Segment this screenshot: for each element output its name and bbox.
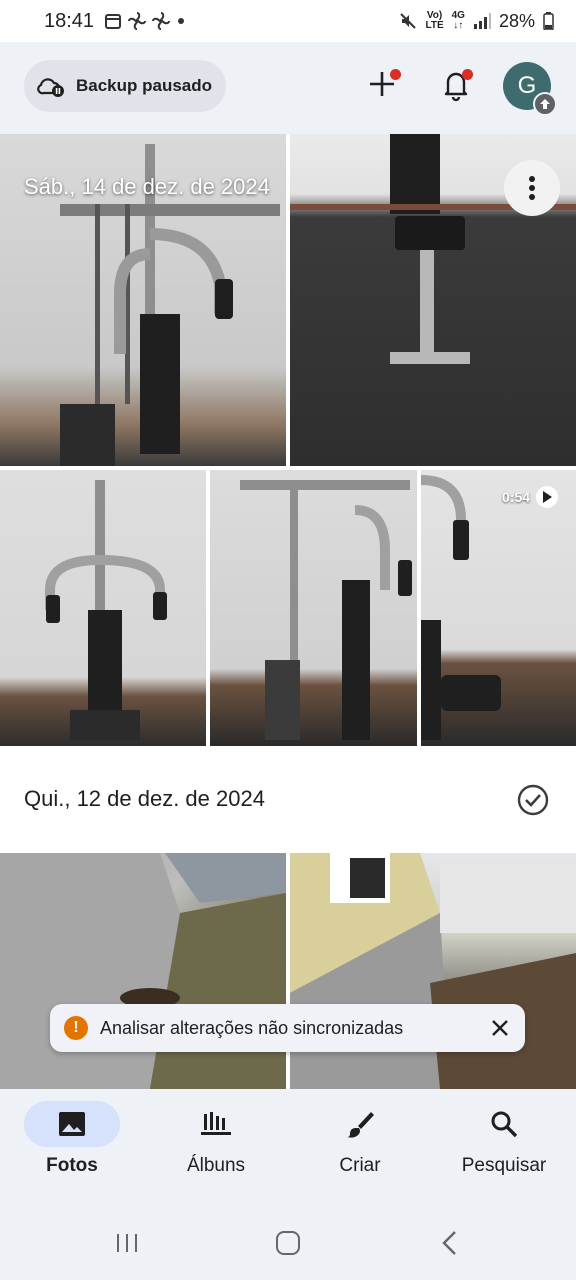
notifications-button[interactable] (436, 64, 476, 104)
network-gen-indicator: 4G ↓↑ (451, 10, 465, 31)
arrow-up-icon (540, 99, 550, 109)
section-date: Qui., 12 de dez. de 2024 (24, 786, 265, 811)
nav-label: Criar (339, 1155, 381, 1176)
nav-label: Fotos (46, 1155, 98, 1176)
albums-icon (201, 1112, 231, 1135)
notification-icons (104, 12, 186, 30)
top-app-bar: Backup pausado G (0, 42, 576, 134)
backup-status-chip[interactable]: Backup pausado (24, 60, 226, 112)
new-badge (390, 69, 401, 80)
account-avatar[interactable]: G (503, 62, 557, 116)
mute-icon (400, 13, 417, 29)
fan-icon (128, 12, 147, 30)
bottom-navigation: Fotos Álbuns Criar Pesquisar (0, 1089, 576, 1202)
nav-item-pesquisar[interactable]: Pesquisar (432, 1089, 576, 1202)
nav-label: Álbuns (186, 1155, 246, 1176)
play-icon (536, 486, 559, 508)
photo-content (0, 853, 286, 1089)
nav-item-fotos[interactable]: Fotos (0, 1089, 144, 1202)
recent-apps-icon[interactable] (112, 1228, 142, 1258)
notification-badge (462, 69, 473, 80)
section-date: Sáb., 14 de dez. de 2024 (24, 174, 270, 199)
snackbar-message: Analisar alterações não sincronizadas (100, 1017, 404, 1038)
system-icons: Vo) LTE 4G ↓↑ 28% (399, 11, 554, 32)
nav-icon-container (24, 1101, 120, 1147)
dot-icon (178, 18, 185, 24)
signal-icon (473, 13, 491, 29)
back-icon[interactable] (435, 1228, 465, 1258)
photo-thumbnail[interactable] (290, 853, 576, 1089)
photo-content (240, 480, 412, 740)
more-options-button[interactable] (504, 160, 560, 216)
photo-thumbnail[interactable] (0, 853, 286, 1089)
photo-thumbnail[interactable] (210, 470, 417, 746)
system-navigation-bar (0, 1202, 576, 1280)
photo-content (45, 480, 167, 740)
calendar-icon (105, 14, 122, 29)
fan-icon (152, 12, 171, 30)
avatar-letter: G (517, 72, 537, 99)
video-thumbnail[interactable] (421, 470, 576, 746)
nav-item-criar[interactable]: Criar (288, 1089, 432, 1202)
more-vert-icon (529, 176, 535, 200)
nav-icon-container (312, 1101, 408, 1147)
add-button[interactable] (362, 64, 402, 104)
volte-indicator: Vo) LTE (425, 10, 444, 31)
unsynced-changes-snackbar[interactable]: ! Analisar alterações não sincronizadas (50, 1004, 525, 1052)
brush-icon (347, 1112, 374, 1138)
nav-item-albuns[interactable]: Álbuns (144, 1089, 288, 1202)
search-icon (491, 1111, 518, 1138)
home-icon[interactable] (273, 1228, 303, 1258)
check-circle-icon (517, 784, 549, 816)
photo-content (290, 853, 576, 1089)
upload-badge (533, 92, 557, 116)
data-arrows-icon: ↓↑ (453, 20, 464, 31)
backup-label: Backup pausado (76, 76, 213, 95)
nav-icon-container (456, 1101, 552, 1147)
photo-thumbnail[interactable] (0, 470, 206, 746)
battery-percent: 28% (498, 10, 535, 31)
select-section-button[interactable] (516, 783, 550, 817)
clock: 18:41 (44, 9, 95, 32)
warning-icon: ! (64, 1016, 88, 1040)
photo-icon (59, 1112, 85, 1136)
status-bar: 18:41 Vo) LTE 4G ↓↑ 28% (0, 0, 576, 42)
cloud-paused-icon (37, 78, 64, 97)
video-duration: 0:54 (502, 489, 531, 505)
photo-content (421, 475, 501, 740)
battery-icon (543, 12, 554, 30)
nav-label: Pesquisar (461, 1155, 547, 1176)
nav-icon-container (168, 1101, 264, 1147)
video-duration-badge: 0:54 (502, 486, 559, 508)
close-icon[interactable] (489, 1017, 511, 1039)
